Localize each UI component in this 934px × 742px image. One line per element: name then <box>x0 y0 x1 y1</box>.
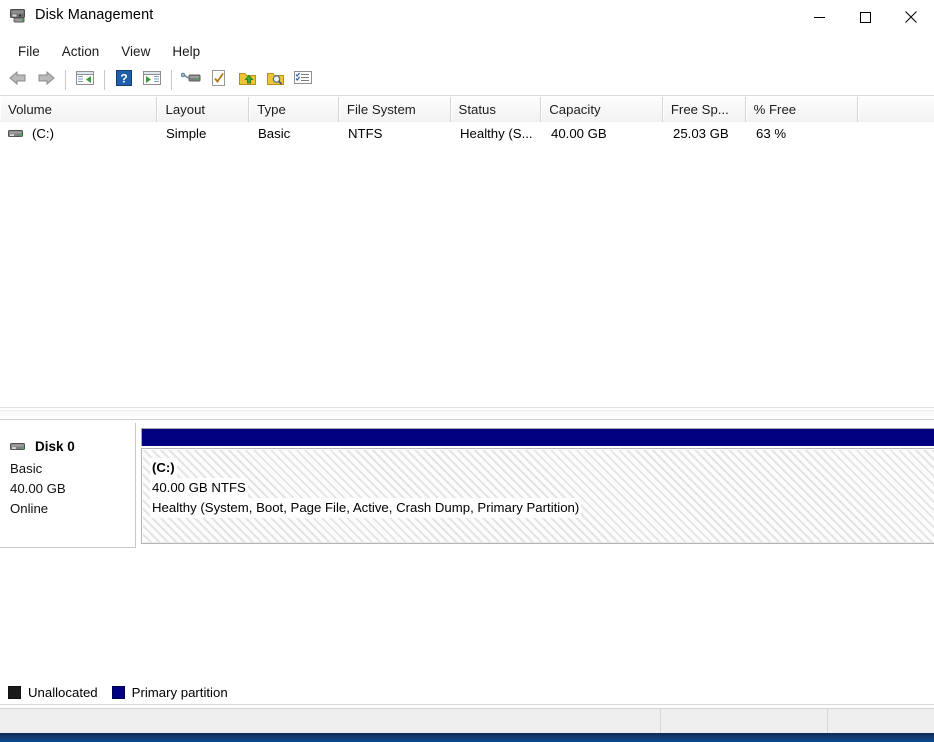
disk-info-panel[interactable]: Disk 0 Basic 40.00 GB Online <box>0 423 136 548</box>
forward-icon <box>36 70 56 91</box>
properties-button[interactable] <box>205 67 233 93</box>
title-bar[interactable]: Disk Management <box>0 0 934 34</box>
folder-search-button[interactable] <box>261 67 289 93</box>
window-controls <box>796 0 934 34</box>
rescan-disks-button[interactable] <box>177 67 205 93</box>
back-icon <box>8 70 28 91</box>
toolbar-separator-1 <box>65 70 66 90</box>
column-header-capacity[interactable]: Capacity <box>541 97 663 122</box>
cell-volume-label: (C:) <box>32 126 54 141</box>
legend: Unallocated Primary partition <box>0 681 934 705</box>
legend-item-unallocated: Unallocated <box>8 685 98 700</box>
cell-volume: (C:) <box>0 122 158 145</box>
window-title: Disk Management <box>35 7 154 23</box>
help-button[interactable]: ? <box>110 67 138 93</box>
show-hide-action-pane-icon <box>143 70 161 91</box>
partition-label: (C:) <box>150 458 177 478</box>
column-header-free-space[interactable]: Free Sp... <box>662 97 746 122</box>
column-header-file-system[interactable]: File System <box>338 97 451 122</box>
primary-partition-swatch-icon <box>111 686 125 699</box>
column-header-status[interactable]: Status <box>450 97 542 122</box>
close-button[interactable] <box>888 0 934 34</box>
menu-file[interactable]: File <box>8 41 50 62</box>
disk-partitions-area: (C:) 40.00 GB NTFS Healthy (System, Boot… <box>137 423 934 548</box>
minimize-button[interactable] <box>796 0 842 34</box>
column-header-volume[interactable]: Volume <box>0 97 158 122</box>
volume-list-header: Volume Layout Type File System Status Ca… <box>0 97 934 122</box>
unallocated-swatch-icon <box>8 686 21 699</box>
volume-list-pane: Volume Layout Type File System Status Ca… <box>0 97 934 407</box>
column-header-percent-free[interactable]: % Free <box>745 97 859 122</box>
cell-file-system: NTFS <box>348 126 383 141</box>
menu-view[interactable]: View <box>111 41 160 62</box>
list-view-button[interactable] <box>289 67 317 93</box>
disk-size: 40.00 GB <box>10 481 66 496</box>
folder-up-button[interactable] <box>233 67 261 93</box>
partition-body: (C:) 40.00 GB NTFS Healthy (System, Boot… <box>141 448 934 544</box>
cell-free-space: 25.03 GB <box>673 126 729 141</box>
menu-help[interactable]: Help <box>162 41 210 62</box>
legend-item-primary-partition: Primary partition <box>111 685 228 700</box>
partition-color-bar <box>141 428 934 446</box>
status-cell-secondary <box>661 709 828 733</box>
disk-icon <box>10 441 27 452</box>
disk-state: Online <box>10 501 49 516</box>
disk-type: Basic <box>10 461 43 476</box>
maximize-button[interactable] <box>842 0 888 34</box>
help-icon: ? <box>116 69 132 91</box>
disk-title: Disk 0 <box>10 439 135 454</box>
splitter-grip <box>0 410 934 416</box>
cell-layout: Simple <box>166 126 207 141</box>
toolbar: ? <box>0 65 934 96</box>
status-cell-tertiary <box>828 709 934 733</box>
disk-name: Disk 0 <box>35 439 75 454</box>
graphical-disk-view: Disk 0 Basic 40.00 GB Online (C:) 40.00 … <box>0 420 934 675</box>
status-cell-main <box>0 709 661 733</box>
folder-up-icon <box>238 70 256 91</box>
cell-status: Healthy (S... <box>460 126 533 141</box>
properties-icon <box>211 69 227 91</box>
partition-c[interactable]: (C:) 40.00 GB NTFS Healthy (System, Boot… <box>141 428 934 544</box>
table-row[interactable]: (C:) Simple Basic NTFS Healthy (S... 40.… <box>0 122 934 145</box>
show-hide-action-pane-button[interactable] <box>138 67 166 93</box>
status-bar <box>0 708 934 733</box>
menu-bar: File Action View Help <box>0 38 934 64</box>
folder-search-icon <box>266 70 284 91</box>
disk-management-icon <box>10 8 28 23</box>
back-button[interactable] <box>4 67 32 93</box>
svg-text:?: ? <box>120 71 127 85</box>
cell-capacity: 40.00 GB <box>551 126 607 141</box>
disk-management-window: Disk Management File Action View Help ? … <box>0 0 934 742</box>
column-header-layout[interactable]: Layout <box>157 97 250 122</box>
forward-button[interactable] <box>32 67 60 93</box>
desktop-taskbar[interactable] <box>0 733 934 742</box>
column-header-type[interactable]: Type <box>249 97 339 122</box>
list-view-icon <box>294 70 312 90</box>
menu-action[interactable]: Action <box>52 41 110 62</box>
cell-percent-free: 63 % <box>756 126 787 141</box>
pane-splitter[interactable] <box>0 407 934 420</box>
rescan-disks-icon <box>180 70 201 91</box>
cell-type: Basic <box>258 126 291 141</box>
legend-label-unallocated: Unallocated <box>28 685 98 700</box>
toolbar-separator-3 <box>171 70 172 90</box>
partition-size-fs: 40.00 GB NTFS <box>150 478 248 498</box>
column-header-filler[interactable] <box>858 97 934 122</box>
show-hide-console-tree-icon <box>76 70 94 91</box>
legend-label-primary-partition: Primary partition <box>131 685 228 700</box>
volume-disk-icon <box>8 128 25 139</box>
partition-status: Healthy (System, Boot, Page File, Active… <box>150 498 582 518</box>
disk-row-0: Disk 0 Basic 40.00 GB Online (C:) 40.00 … <box>0 423 934 548</box>
toolbar-separator-2 <box>104 70 105 90</box>
show-hide-console-tree-button[interactable] <box>71 67 99 93</box>
